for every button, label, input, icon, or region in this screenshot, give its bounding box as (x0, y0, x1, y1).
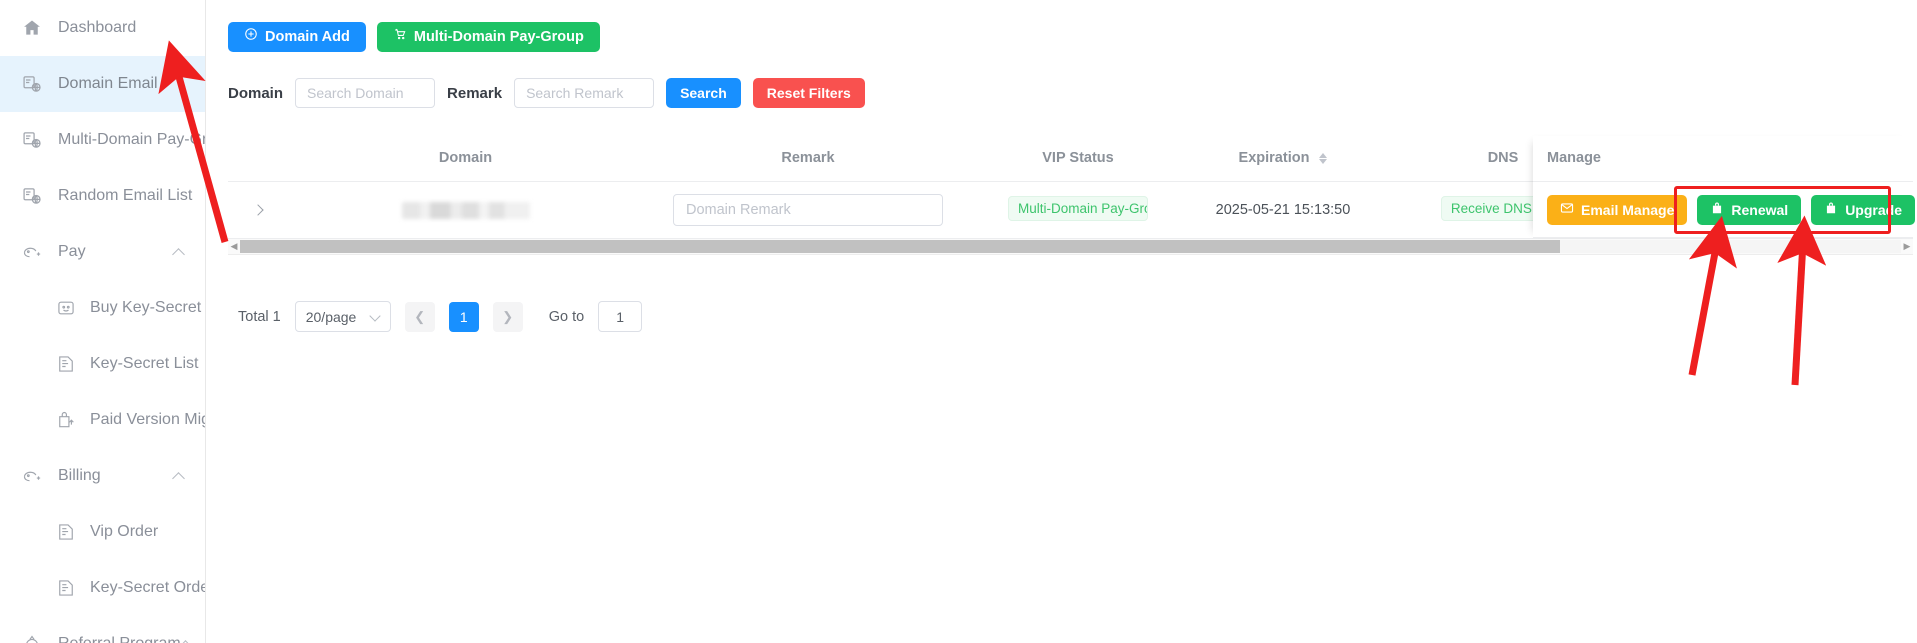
action-toolbar: Domain Add Multi-Domain Pay-Group (228, 22, 1917, 52)
sidebar-item-label: Key-Secret Order (90, 579, 206, 596)
column-header-remark[interactable]: Remark (643, 136, 973, 182)
sort-icon[interactable] (1319, 152, 1328, 164)
wallet-icon (56, 298, 76, 318)
domain-mail-icon (22, 74, 42, 94)
expand-column-header (228, 136, 288, 182)
domain-filter-label: Domain (228, 84, 284, 102)
domain-add-label: Domain Add (265, 29, 350, 45)
page-number-1[interactable]: 1 (448, 301, 479, 332)
sidebar-item-dashboard[interactable]: Dashboard (0, 0, 205, 56)
multi-domain-pay-group-button[interactable]: Multi-Domain Pay-Group (376, 22, 600, 52)
sidebar-item-label: Paid Version Migration (90, 411, 205, 428)
pay-icon (22, 466, 42, 486)
sidebar-item-label: Key-Secret List (90, 355, 199, 372)
scroll-right-arrow-icon[interactable]: ▶ (1901, 242, 1913, 251)
chevron-up-icon[interactable] (181, 639, 185, 643)
page-size-value: 20/page (305, 308, 357, 325)
sidebar-item-key-secret-list[interactable]: Key-Secret List (0, 336, 205, 392)
sidebar-item-label: Multi-Domain Pay-Group (58, 131, 206, 148)
referral-icon (22, 634, 42, 643)
horizontal-scrollbar[interactable]: ◀ ▶ (228, 239, 1913, 255)
sidebar: Dashboard Domain Email Multi-Domain Pay-… (0, 0, 206, 643)
home-icon (22, 18, 42, 38)
email-manage-label: Email Manage (1581, 201, 1675, 218)
envelope-icon (1560, 195, 1574, 225)
filter-bar: Domain Remark Search Reset Filters (228, 78, 1917, 108)
domain-mail-icon (22, 130, 42, 150)
app-root: Dashboard Domain Email Multi-Domain Pay-… (0, 0, 1917, 643)
plus-circle-icon (244, 22, 258, 52)
page-size-select[interactable]: 20/page (294, 301, 391, 332)
prev-page-button[interactable]: ❮ (404, 301, 435, 332)
list-icon (56, 578, 76, 598)
search-domain-input[interactable] (295, 78, 436, 108)
sidebar-group-billing[interactable]: Billing (0, 448, 205, 504)
search-remark-input[interactable] (514, 78, 655, 108)
sidebar-item-label: Referral Program (58, 636, 181, 643)
row-expand-cell[interactable] (228, 181, 288, 239)
multi-domain-pay-group-label: Multi-Domain Pay-Group (413, 29, 584, 45)
search-button[interactable]: Search (666, 78, 741, 108)
scrollbar-track[interactable] (240, 240, 1901, 253)
cell-expiration: 2025-05-21 15:13:50 (1183, 181, 1383, 239)
sidebar-item-label: Dashboard (58, 19, 137, 36)
column-header-manage: Manage (1533, 136, 1913, 182)
scroll-left-arrow-icon[interactable]: ◀ (228, 242, 240, 251)
total-count-label: Total 1 (238, 308, 281, 325)
sidebar-item-label: Domain Email (58, 75, 158, 92)
goto-label: Go to (548, 308, 585, 325)
sidebar-item-key-secret-order[interactable]: Key-Secret Order (0, 560, 205, 616)
sidebar-item-domain-email[interactable]: Domain Email (0, 56, 205, 112)
sidebar-group-pay[interactable]: Pay (0, 224, 205, 280)
cell-remark (643, 181, 973, 239)
domain-add-button[interactable]: Domain Add (228, 22, 366, 52)
domain-remark-input[interactable] (673, 194, 943, 226)
sidebar-item-label: Buy Key-Secret (90, 299, 202, 316)
remark-filter-label: Remark (447, 84, 503, 102)
pay-icon (22, 242, 42, 262)
goto-page-input[interactable] (598, 301, 643, 332)
domain-value-redacted (401, 201, 530, 219)
chevron-right-icon[interactable] (252, 204, 264, 216)
chevron-up-icon[interactable] (174, 471, 185, 482)
chevron-up-icon[interactable] (174, 247, 185, 258)
sidebar-item-paid-version-migration[interactable]: Paid Version Migration (0, 392, 205, 448)
upgrade-bag-icon (56, 410, 76, 430)
sidebar-item-buy-key-secret[interactable]: Buy Key-Secret (0, 280, 205, 336)
column-header-domain[interactable]: Domain (288, 136, 643, 182)
email-manage-button[interactable]: Email Manage (1547, 194, 1688, 225)
sidebar-item-random-email-list[interactable]: Random Email List (0, 168, 205, 224)
vip-status-badge: Multi-Domain Pay-Group- Growth (1008, 195, 1148, 221)
sidebar-item-label: Pay (58, 243, 86, 260)
annotation-highlight-box (1674, 186, 1891, 234)
sidebar-item-label: Billing (58, 467, 101, 484)
domain-mail-icon (22, 186, 42, 206)
cell-vip-status: Multi-Domain Pay-Group- Growth (973, 181, 1183, 239)
vip-status-clip: Multi-Domain Pay-Group- Growth (1008, 195, 1148, 225)
list-icon (56, 354, 76, 374)
reset-filters-button[interactable]: Reset Filters (752, 78, 865, 108)
domain-table: Domain Remark VIP Status Expiration DNS (228, 136, 1915, 239)
next-page-button[interactable]: ❯ (492, 301, 523, 332)
chevron-down-icon (371, 312, 380, 321)
main-content: Domain Add Multi-Domain Pay-Group Domain (206, 0, 1917, 643)
scrollbar-thumb[interactable] (240, 240, 1561, 253)
cart-icon (393, 22, 407, 52)
sidebar-item-label: Random Email List (58, 187, 193, 204)
cell-domain (288, 181, 643, 239)
column-header-vip-status[interactable]: VIP Status (973, 136, 1183, 182)
column-header-expiration[interactable]: Expiration (1183, 136, 1383, 182)
sidebar-group-referral-program[interactable]: Referral Program (0, 616, 205, 643)
pagination: Total 1 20/page ❮ 1 ❯ Go to (228, 301, 1917, 332)
sidebar-item-label: Vip Order (90, 523, 159, 540)
sidebar-item-vip-order[interactable]: Vip Order (0, 504, 205, 560)
list-icon (56, 522, 76, 542)
sidebar-item-multi-domain-pay-group[interactable]: Multi-Domain Pay-Group (0, 112, 205, 168)
